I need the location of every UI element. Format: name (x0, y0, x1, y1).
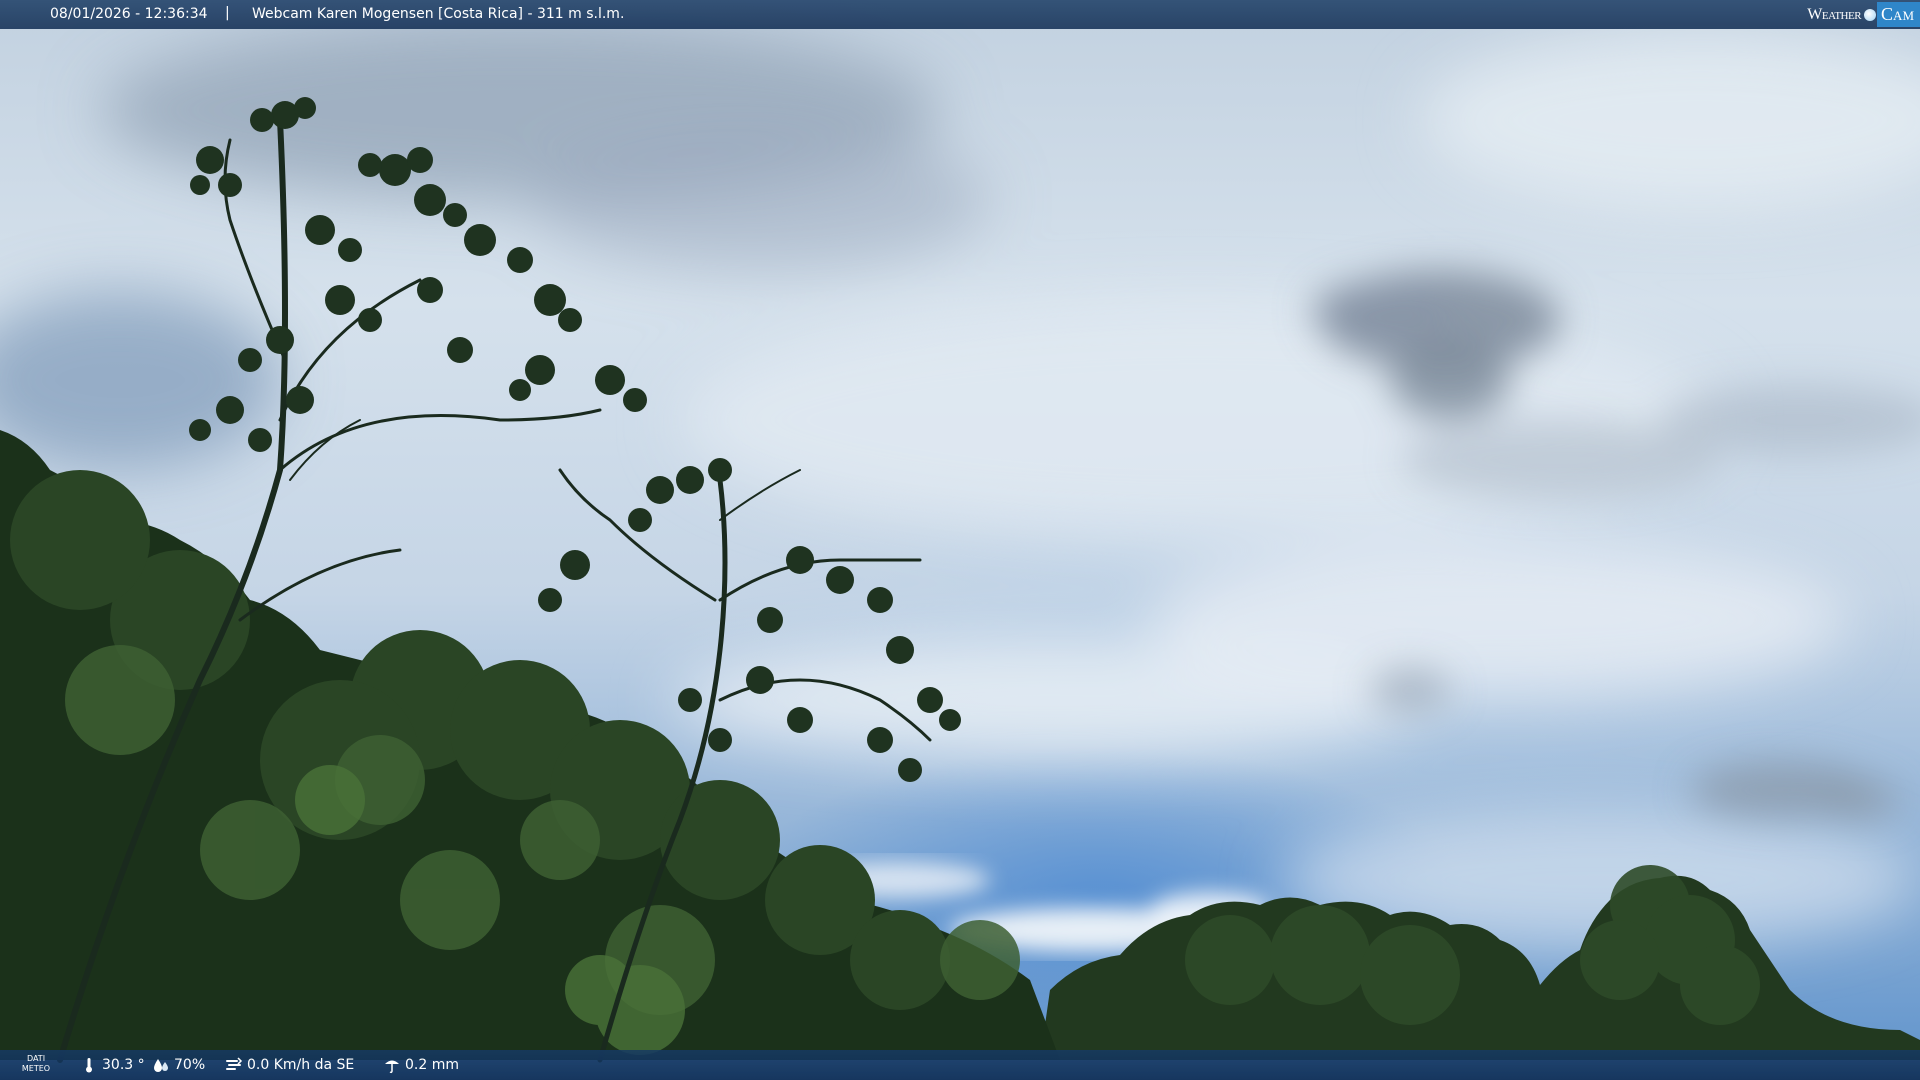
trees (0, 97, 1920, 1063)
logo-word-weather: Weather (1807, 5, 1862, 23)
weathercam-logo: Weather Cam (1807, 0, 1920, 29)
logo-dot-icon (1864, 8, 1877, 21)
dati-label: DATI (26, 1054, 46, 1063)
rain-gauge-icon (385, 1060, 399, 1074)
thermometer-icon (86, 1058, 92, 1073)
wind-value: 0.0 Km/h da SE (247, 1057, 355, 1073)
top-info-bar: 08/01/2026 - 12:36:34 | Webcam Karen Mog… (0, 0, 1920, 29)
logo-word-cam: Cam (1877, 2, 1920, 27)
humidity-reading: 70% (152, 1056, 205, 1074)
humidity-drops-icon (154, 1059, 168, 1072)
weather-data-bar: DATI METEO 30.3 ° 70% 0.0 Km/h da SE 0.2… (0, 1050, 1920, 1080)
title-separator: | (225, 5, 230, 21)
meteo-label: METEO (21, 1064, 51, 1073)
rain-value: 0.2 mm (405, 1057, 459, 1073)
rain-reading: 0.2 mm (383, 1056, 459, 1074)
temperature-value: 30.3 ° (102, 1057, 145, 1073)
camera-title: Webcam Karen Mogensen [Costa Rica] - 311… (252, 6, 625, 22)
wind-reading: 0.0 Km/h da SE (225, 1056, 354, 1074)
humidity-value: 70% (174, 1057, 206, 1073)
webcam-image (0, 0, 1920, 1080)
timestamp: 08/01/2026 - 12:36:34 (50, 6, 208, 22)
distant-treeline (1040, 875, 1920, 1060)
dati-meteo-label: DATI METEO (18, 1054, 54, 1074)
temperature-reading: 30.3 ° (80, 1056, 145, 1074)
wind-icon (226, 1057, 243, 1070)
